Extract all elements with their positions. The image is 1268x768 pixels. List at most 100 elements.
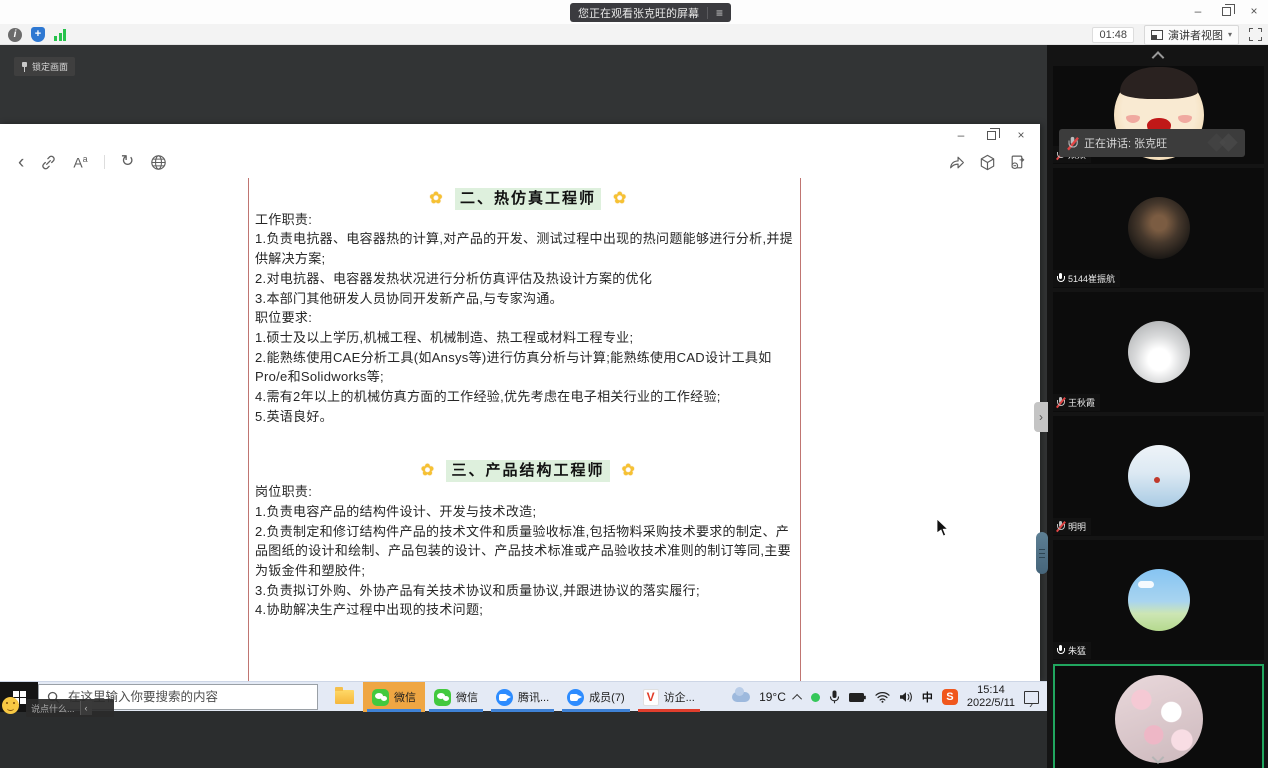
doc-line: 2.对电抗器、电容器发热状况进行分析仿真评估及热设计方案的优化 <box>255 269 801 289</box>
banner-divider <box>707 7 708 19</box>
sogou-input-icon[interactable]: S <box>942 689 958 705</box>
chevron-down-icon: ▾ <box>1228 30 1232 39</box>
meeting-chat-bar[interactable]: 说点什么... ‹ <box>26 699 114 717</box>
participant-name: 朱猛 <box>1068 644 1086 657</box>
taskbar-app-members[interactable]: 成员(7) <box>558 682 633 712</box>
wifi-icon[interactable] <box>875 691 890 703</box>
meeting-toolbar: i + 01:48 演讲者视图 ▾ <box>0 24 1268 45</box>
taskbar-clock[interactable]: 15:14 2022/5/11 <box>967 684 1015 710</box>
lock-view-label: 锁定画面 <box>32 60 68 73</box>
window-restore-button[interactable] <box>1212 2 1240 20</box>
speaking-toast-text: 正在讲话: 张克旺 <box>1084 135 1167 151</box>
cube-icon[interactable] <box>979 154 996 171</box>
network-signal-icon[interactable] <box>54 28 66 41</box>
watching-banner[interactable]: 您正在观看张克旺的屏幕 ≡ <box>570 3 731 22</box>
participant-tile[interactable]: 5144崔振航 <box>1053 168 1264 288</box>
share-icon[interactable] <box>948 154 966 170</box>
meeting-top-strip: 您正在观看张克旺的屏幕 ≡ – × <box>0 0 1268 24</box>
doc-line: 4.需有2年以上的机械仿真方面的工作经验,优先考虑在电子相关行业的工作经验; <box>255 387 801 407</box>
document-content: ✿ 二、热仿真工程师 ✿ 工作职责: 1.负责电抗器、电容器热的计算,对产品的开… <box>255 188 801 620</box>
toolbar-divider <box>104 155 105 169</box>
battery-icon[interactable] <box>849 692 866 703</box>
doc-close-button[interactable]: × <box>1006 127 1036 143</box>
section-title-text: 三、产品结构工程师 <box>446 460 609 482</box>
doc-restore-button[interactable] <box>976 127 1006 143</box>
weather-temp[interactable]: 19°C <box>759 690 786 704</box>
taskbar-file-explorer[interactable] <box>326 682 363 712</box>
globe-icon[interactable] <box>150 154 167 171</box>
refresh-icon[interactable]: ↻ <box>121 154 134 170</box>
flower-icon: ✿ <box>421 461 435 481</box>
font-size-icon[interactable]: Aa <box>73 154 87 171</box>
sidebar-collapse-tab[interactable]: › <box>1034 402 1048 432</box>
security-shield-icon[interactable]: + <box>31 27 45 42</box>
wechat-tray-icon[interactable] <box>811 693 820 702</box>
taskbar-app-tencent-meeting[interactable]: 腾讯... <box>487 682 558 712</box>
meeting-members-icon <box>567 689 584 706</box>
view-mode-button[interactable]: 演讲者视图 ▾ <box>1144 25 1239 45</box>
participant-name-badge: 5144崔振航 <box>1053 270 1120 287</box>
chevron-up-icon[interactable] <box>1151 51 1164 64</box>
flower-icon: ✿ <box>613 189 627 209</box>
back-icon[interactable]: ‹ <box>18 153 24 172</box>
speaking-toast: 正在讲话: 张克旺 <box>1059 129 1245 157</box>
participant-name-badge: 明明 <box>1053 518 1091 535</box>
doc-minimize-button[interactable]: – <box>946 127 976 143</box>
doc-line: 1.硕士及以上学历,机械工程、机械制造、热工程或材料工程专业; <box>255 328 801 348</box>
microphone-tray-icon[interactable] <box>829 690 840 704</box>
taskbar-app-wechat-1[interactable]: 微信 <box>363 682 425 712</box>
flower-icon: ✿ <box>429 189 443 209</box>
weather-cloud-icon[interactable] <box>732 692 750 702</box>
app-active-underline <box>367 709 421 712</box>
participant-tile[interactable]: 明明 <box>1053 416 1264 536</box>
speaker-icon[interactable] <box>899 691 913 703</box>
action-center-icon[interactable] <box>1024 691 1039 704</box>
meeting-duration: 01:48 <box>1092 27 1134 43</box>
participant-tile[interactable]: 王秋霞 <box>1053 292 1264 412</box>
export-page-icon[interactable] <box>1009 154 1026 171</box>
doc-line: 5.英语良好。 <box>255 407 801 427</box>
document-page[interactable]: ✿ 二、热仿真工程师 ✿ 工作职责: 1.负责电抗器、电容器热的计算,对产品的开… <box>0 178 1040 681</box>
avatar <box>1128 197 1190 259</box>
lock-view-tooltip[interactable]: 锁定画面 <box>14 57 75 76</box>
app-label: 访企... <box>664 689 695 705</box>
avatar <box>1128 321 1190 383</box>
participant-name: 5144崔振航 <box>1068 272 1115 285</box>
fullscreen-icon[interactable] <box>1249 28 1262 41</box>
tray-expand-icon[interactable] <box>792 693 802 703</box>
doc-label: 工作职责: <box>255 210 801 230</box>
app-active-underline <box>638 709 700 712</box>
folder-icon <box>335 690 354 704</box>
mouse-cursor <box>936 518 950 538</box>
window-minimize-button[interactable]: – <box>1184 2 1212 20</box>
ime-language-icon[interactable]: 中 <box>922 689 933 705</box>
participant-name: 明明 <box>1068 520 1086 533</box>
windows-taskbar: 微信 微信 腾讯... 成员(7) <box>0 681 1047 711</box>
view-mode-label: 演讲者视图 <box>1168 27 1223 43</box>
participant-name-badge: 朱猛 <box>1053 642 1091 659</box>
meeting-logo-icon <box>1219 133 1237 151</box>
participant-name: 王秋霞 <box>1068 396 1095 409</box>
window-close-button[interactable]: × <box>1240 2 1268 20</box>
participant-tile[interactable]: 朱猛 <box>1053 540 1264 660</box>
document-titlebar[interactable]: – × <box>0 124 1040 146</box>
participant-name-badge: 王秋霞 <box>1053 394 1100 411</box>
watching-banner-text: 您正在观看张克旺的屏幕 <box>578 5 699 21</box>
meeting-info-icon[interactable]: i <box>8 28 22 42</box>
banner-menu-icon[interactable]: ≡ <box>716 7 723 19</box>
chat-collapse-button[interactable]: ‹ <box>80 701 92 715</box>
link-icon[interactable] <box>40 154 57 171</box>
mic-muted-icon <box>1067 136 1078 149</box>
pin-icon <box>21 62 28 72</box>
shared-screen-area: 锁定画面 – × ‹ Aa ↻ <box>0 45 1047 768</box>
clock-time: 15:14 <box>967 684 1015 697</box>
taskbar-app-wechat-2[interactable]: 微信 <box>425 682 487 712</box>
taskbar-app-wps[interactable]: V 访企... <box>634 682 704 712</box>
scrollbar-thumb[interactable] <box>1036 532 1048 574</box>
page-left-guide <box>248 178 249 681</box>
emoji-smiley-icon[interactable] <box>2 697 19 714</box>
restore-icon <box>1222 7 1231 16</box>
chat-placeholder[interactable]: 说点什么... <box>31 702 75 715</box>
app-label: 成员(7) <box>589 689 624 705</box>
avatar <box>1128 445 1190 507</box>
